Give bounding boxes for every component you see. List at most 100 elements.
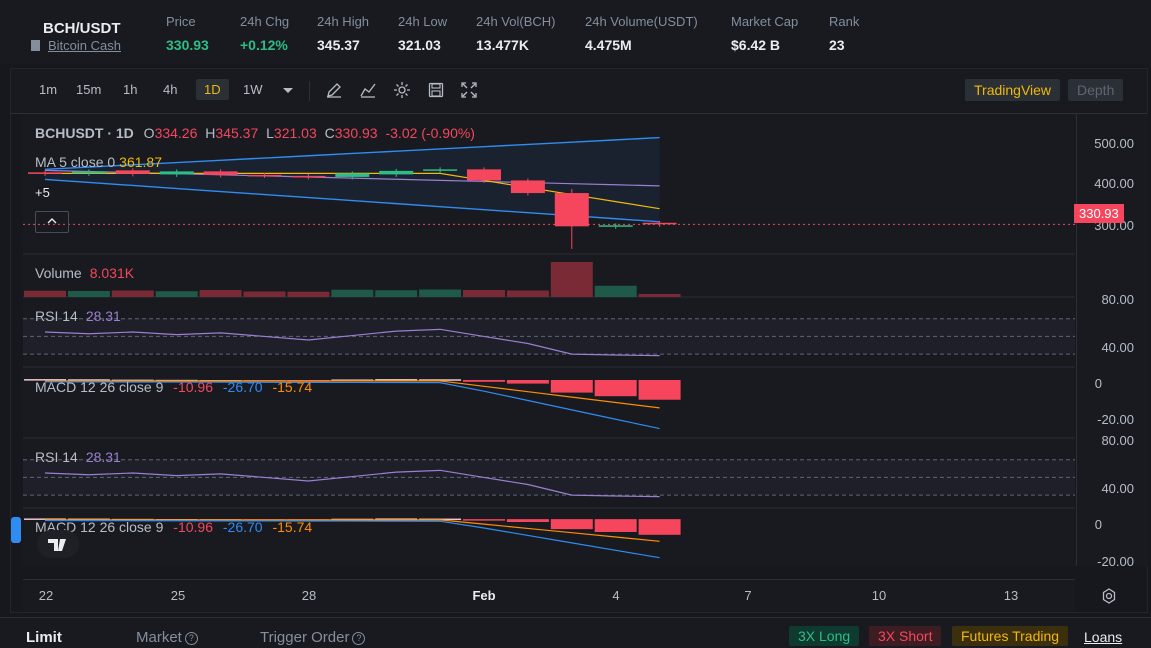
price-tick: 400.00: [1094, 176, 1134, 191]
price-axis[interactable]: 500.00 400.00 300.00 80.00 40.00 0 -20.0…: [1076, 114, 1148, 569]
save-icon[interactable]: [427, 81, 445, 99]
help-icon[interactable]: ?: [352, 632, 366, 645]
chart-container: 1m 15m 1h 4h 1D 1W TradingView Depth BCH…: [10, 68, 1148, 613]
macd-histogram-bar: [638, 380, 681, 400]
stat-24h-vol-bch: 24h Vol(BCH) 13.477K: [476, 14, 555, 53]
volume-bar: [243, 291, 286, 297]
futures-trading-button[interactable]: Futures Trading: [952, 626, 1069, 646]
candle-body: [28, 172, 62, 174]
candle-body: [291, 175, 326, 178]
candle-body: [203, 171, 238, 175]
macd-histogram-bar: [550, 519, 593, 530]
candle-body: [554, 193, 589, 227]
timeframe-4h[interactable]: 4h: [163, 82, 177, 97]
volume-value: 8.031K: [89, 265, 135, 281]
volume-bar: [287, 291, 330, 297]
volume-bar: [155, 291, 198, 297]
coin-name-link[interactable]: Bitcoin Cash: [31, 38, 121, 53]
tradingview-logo-icon: [48, 539, 66, 551]
macd-legend[interactable]: MACD 12 26 close 9 -10.96 -26.70 -15.74: [35, 379, 312, 395]
volume-bar: [375, 290, 418, 297]
tradingview-button[interactable]: TradingView: [965, 79, 1061, 101]
price-chart[interactable]: [23, 114, 1075, 566]
chart-plot-area[interactable]: [23, 114, 1075, 566]
macd-histogram-bar: [594, 519, 637, 532]
candle-body: [467, 169, 501, 181]
volume-bar: [638, 294, 681, 297]
candle-body: [510, 180, 545, 194]
depth-button[interactable]: Depth: [1068, 79, 1124, 101]
macd-value-3: -15.74: [272, 519, 313, 535]
3x-long-button[interactable]: 3X Long: [789, 626, 860, 646]
volume-bar: [331, 289, 374, 297]
volume-bar: [419, 289, 462, 297]
volume-bar: [594, 285, 637, 297]
volume-bar: [67, 291, 110, 297]
collapse-legend-button[interactable]: [35, 211, 69, 233]
candle-body: [423, 169, 458, 171]
ohlc-high: 345.37: [215, 125, 259, 141]
more-indicators[interactable]: +5: [35, 185, 50, 200]
timeframe-1d[interactable]: 1D: [196, 79, 229, 100]
volume-bar: [199, 290, 242, 297]
stat-label: 24h Vol(BCH): [476, 14, 556, 29]
book-icon: [31, 40, 40, 51]
volume-bar: [550, 262, 593, 297]
rsi-tick: 40.00: [1101, 340, 1134, 355]
timeframe-15m[interactable]: 15m: [76, 82, 101, 97]
candle-body: [159, 171, 194, 175]
loans-link[interactable]: Loans: [1084, 629, 1122, 645]
stat-24h-high: 24h High 345.37: [317, 14, 369, 53]
time-axis[interactable]: 22 25 28 Feb 4 7 10 13: [23, 579, 1075, 612]
stat-rank: Rank 23: [829, 14, 859, 53]
volume-label: Volume: [35, 265, 82, 281]
timeframe-1w[interactable]: 1W: [243, 82, 263, 97]
3x-short-button[interactable]: 3X Short: [869, 626, 942, 646]
help-icon[interactable]: ?: [184, 632, 198, 645]
rsi-legend[interactable]: RSI 14 28.31: [35, 308, 121, 324]
ohlc-change: -3.02 (-0.90%): [385, 125, 475, 141]
timeframe-1m[interactable]: 1m: [39, 82, 57, 97]
timeframe-1h[interactable]: 1h: [123, 82, 137, 97]
stat-label: Price: [166, 14, 196, 29]
ohlc-open: 334.26: [154, 125, 198, 141]
rsi-value: 28.31: [85, 449, 121, 465]
ma-legend[interactable]: MA 5 close 0 361.87: [35, 154, 162, 170]
tab-market[interactable]: Market?: [136, 629, 198, 646]
stat-price: Price 330.93: [166, 14, 209, 53]
pencil-icon[interactable]: [325, 81, 343, 99]
stat-24h-volume-usdt: 24h Volume(USDT) 4.475M: [585, 14, 698, 53]
volume-legend[interactable]: Volume 8.031K: [35, 265, 134, 281]
rsi-tick: 80.00: [1101, 292, 1134, 307]
candle-body: [115, 170, 150, 174]
gear-icon[interactable]: [393, 81, 411, 99]
macd-histogram-bar: [638, 519, 681, 535]
ohlc-h-label: H: [205, 125, 216, 141]
tab-trigger-order[interactable]: Trigger Order?: [260, 629, 366, 646]
time-tick: 22: [38, 588, 54, 603]
macd-tick: -20.00: [1097, 554, 1134, 569]
side-panel-handle[interactable]: [11, 517, 21, 543]
stat-label: 24h Low: [398, 14, 448, 29]
pair-symbol[interactable]: BCH/USDT: [43, 20, 121, 37]
tab-limit[interactable]: Limit: [26, 629, 62, 646]
price-tick: 500.00: [1094, 136, 1134, 151]
fullscreen-icon[interactable]: [460, 81, 478, 99]
macd-tick: 0: [1094, 517, 1102, 532]
tradingview-logo: [37, 530, 79, 558]
rsi-legend-2[interactable]: RSI 14 28.31: [35, 449, 121, 465]
indicator-icon[interactable]: [359, 81, 377, 99]
dropdown-icon[interactable]: [279, 81, 297, 99]
stat-label: Rank: [829, 14, 860, 29]
macd-tick: -20.00: [1097, 412, 1134, 427]
candle-body: [335, 173, 370, 177]
chart-settings-icon[interactable]: [1101, 588, 1117, 604]
macd-value-1: -10.96: [173, 379, 213, 395]
time-tick: Feb: [472, 588, 496, 603]
coin-name[interactable]: Bitcoin Cash: [48, 38, 121, 53]
volume-bar: [506, 290, 549, 297]
tab-trigger-order-label: Trigger Order: [260, 629, 350, 646]
macd-histogram-bar: [463, 380, 505, 382]
time-tick: 25: [170, 588, 186, 603]
chevron-up-icon: [47, 218, 57, 224]
